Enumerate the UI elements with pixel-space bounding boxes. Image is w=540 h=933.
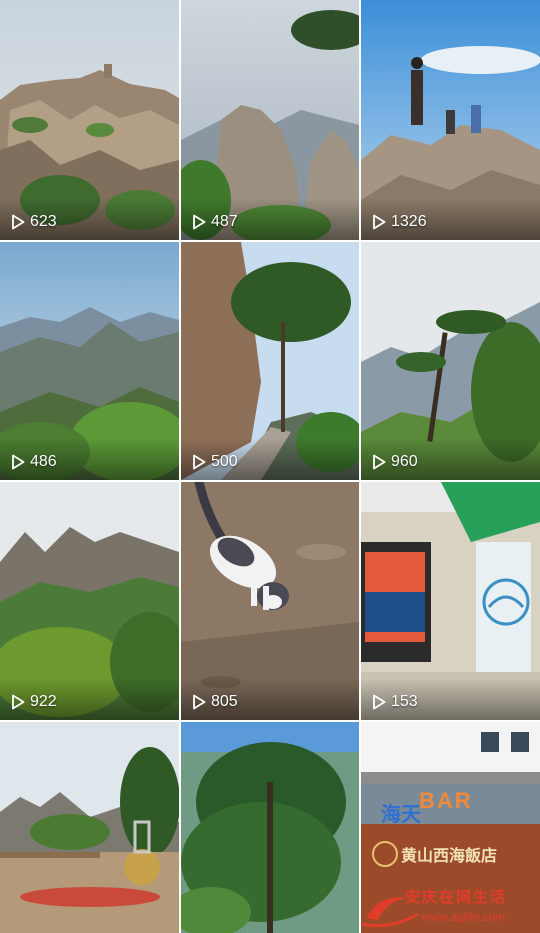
view-count: 487	[191, 213, 238, 231]
site-watermark: 安庆在网生活 www.aqlife.com	[360, 884, 540, 932]
video-tile-11[interactable]	[181, 722, 359, 933]
view-count: 960	[371, 453, 418, 471]
sign-bar: BAR	[419, 788, 473, 813]
video-tile-1[interactable]: 623	[0, 0, 179, 240]
video-tile-5[interactable]: 500	[181, 242, 359, 480]
play-icon	[373, 454, 386, 470]
view-count-label: 623	[30, 213, 57, 230]
play-icon	[193, 454, 206, 470]
sign-haitian: 海天	[381, 802, 421, 826]
watermark-url: www.aqlife.com	[422, 910, 506, 924]
view-count-label: 805	[211, 693, 238, 710]
view-count: 1326	[371, 213, 427, 231]
video-tile-3[interactable]: 1326	[361, 0, 540, 240]
view-count: 805	[191, 693, 238, 711]
video-tile-7[interactable]: 922	[0, 482, 179, 720]
view-count-label: 1326	[391, 213, 427, 230]
play-icon	[193, 694, 206, 710]
video-grid: 623 487 1326 486 500 960 922 805 153 海天 …	[0, 0, 540, 933]
play-icon	[12, 454, 25, 470]
view-count-label: 486	[30, 453, 57, 470]
play-icon	[12, 694, 25, 710]
view-count-label: 922	[30, 693, 57, 710]
video-tile-6[interactable]: 960	[361, 242, 540, 480]
view-count: 922	[10, 693, 57, 711]
thumbnail-lock-garden	[0, 722, 179, 933]
hotel-name: 黄山西海飯店	[401, 846, 498, 865]
thumbnail-tall-pine	[181, 722, 359, 933]
video-tile-10[interactable]	[0, 722, 179, 933]
view-count-label: 500	[211, 453, 238, 470]
play-icon	[373, 694, 386, 710]
view-count: 153	[371, 693, 418, 711]
play-icon	[193, 214, 206, 230]
video-tile-8[interactable]: 805	[181, 482, 359, 720]
video-tile-2[interactable]: 487	[181, 0, 359, 240]
video-tile-4[interactable]: 486	[0, 242, 179, 480]
view-count: 500	[191, 453, 238, 471]
play-icon	[373, 214, 386, 230]
view-count-label: 153	[391, 693, 418, 710]
view-count-label: 960	[391, 453, 418, 470]
view-count-label: 487	[211, 213, 238, 230]
video-tile-9[interactable]: 153	[361, 482, 540, 720]
view-count: 486	[10, 453, 57, 471]
play-icon	[12, 214, 25, 230]
view-count: 623	[10, 213, 57, 231]
watermark-text: 安庆在网生活	[405, 888, 508, 906]
